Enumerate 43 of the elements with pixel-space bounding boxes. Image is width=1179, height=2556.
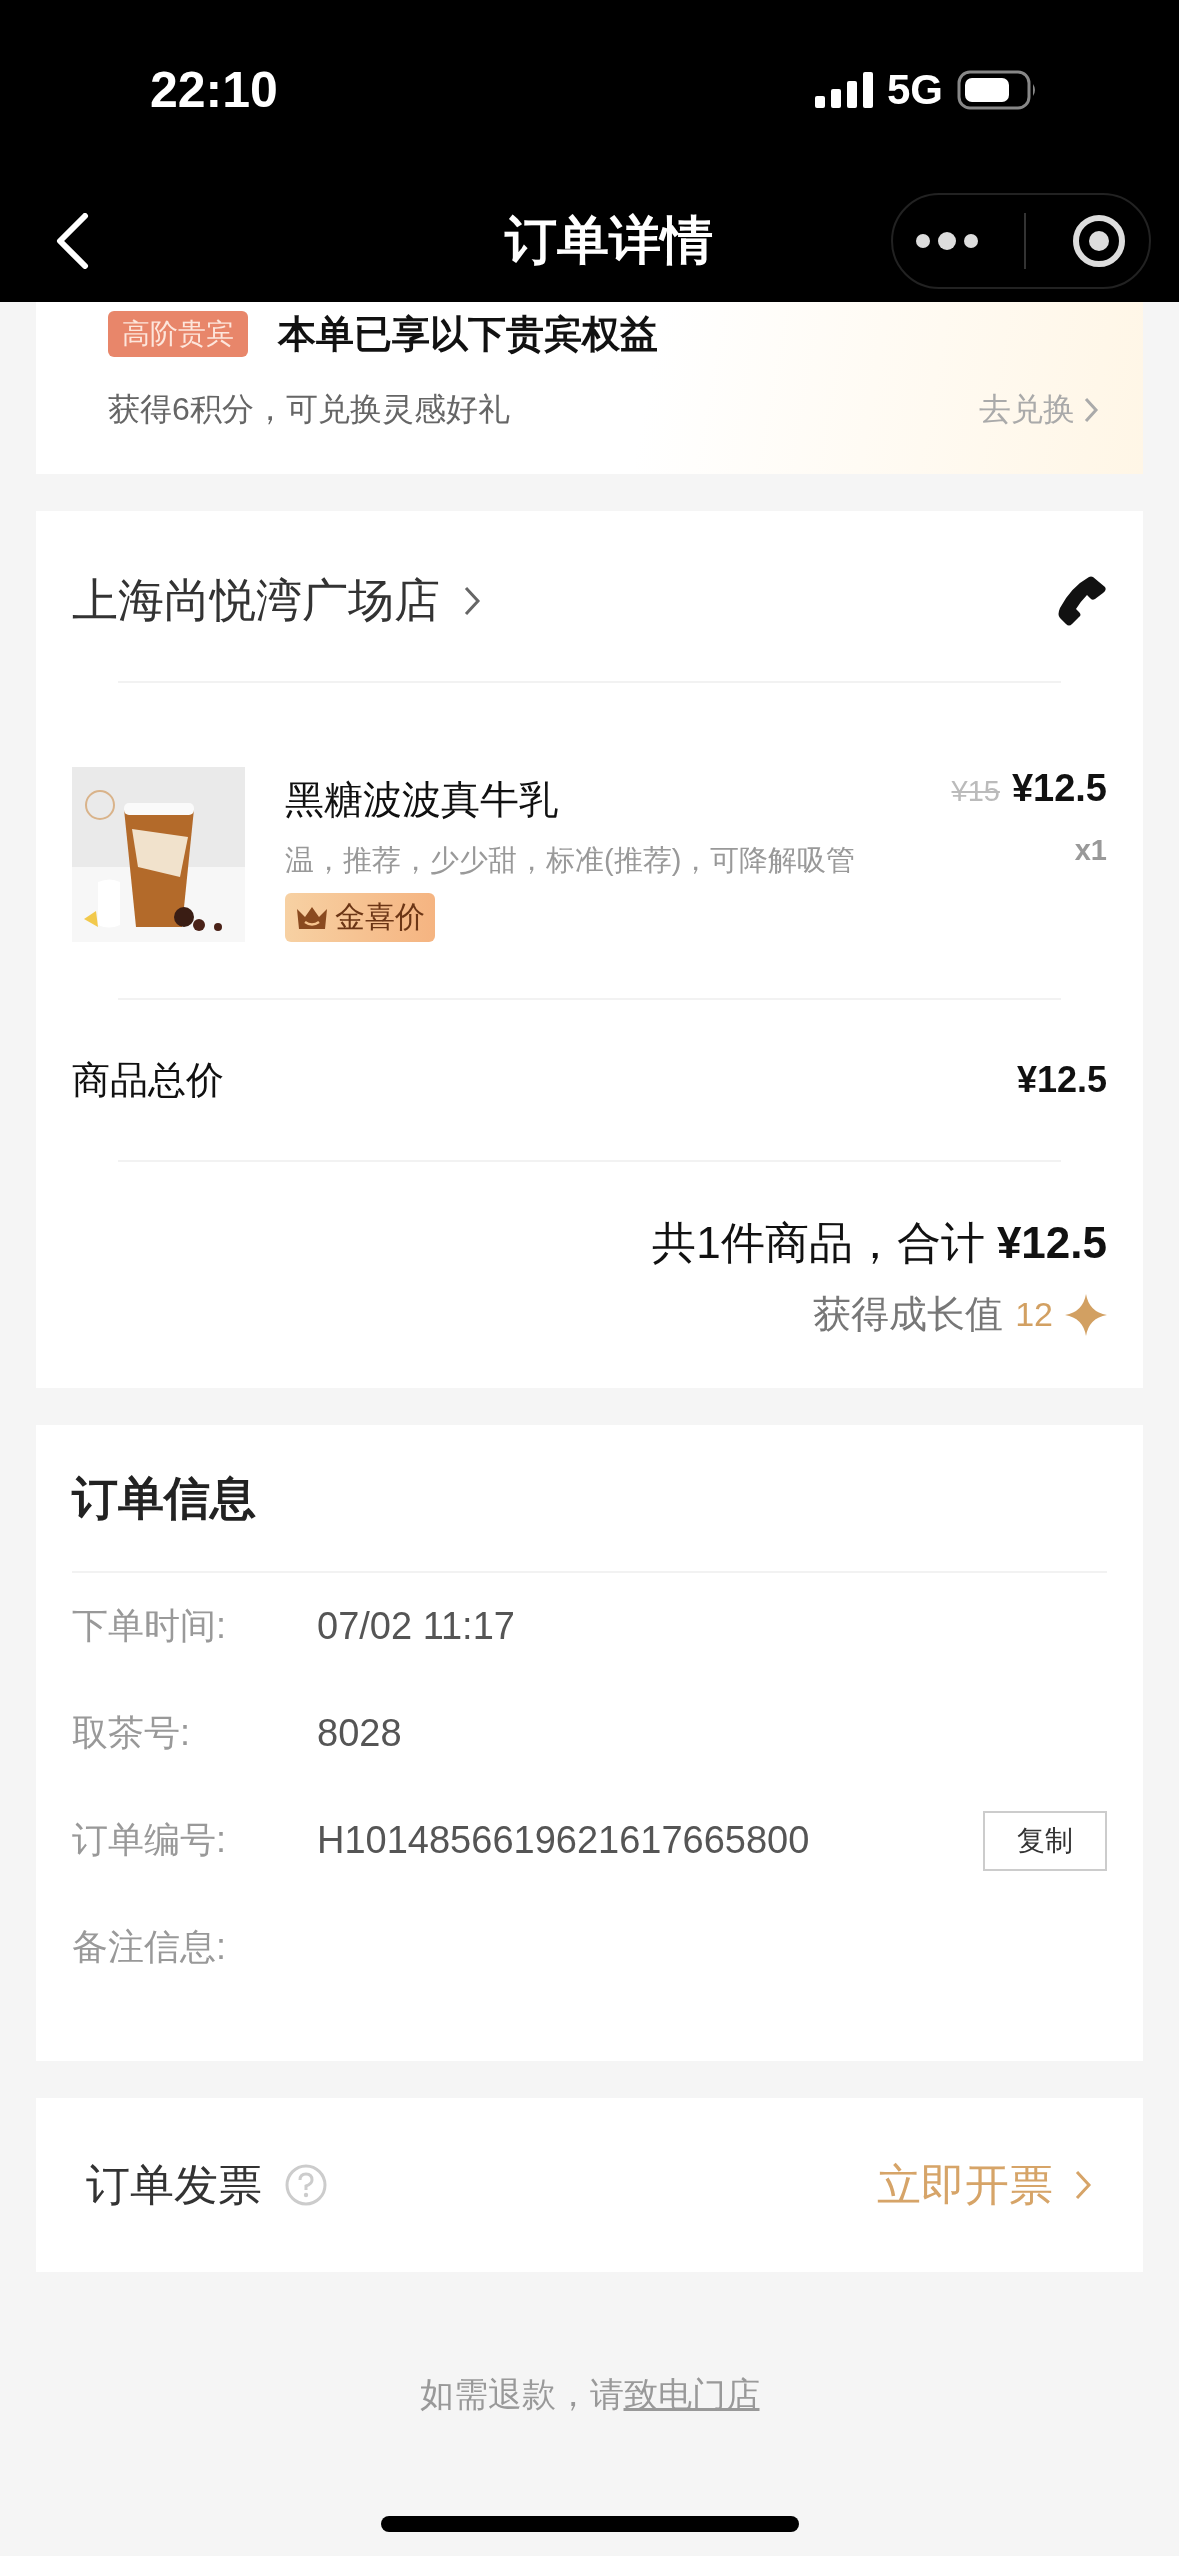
subtotal-label: 商品总价 [72, 1057, 224, 1103]
quantity: x1 [1074, 834, 1107, 867]
info-label: 订单编号: [72, 1818, 227, 1862]
invoice-label: 订单发票 [86, 2158, 262, 2211]
original-price: ¥15 [951, 775, 1000, 808]
invoice-link[interactable]: 立即开票 [877, 2155, 1093, 2215]
more-icon[interactable] [915, 231, 980, 251]
price-tag: 金喜价 [285, 893, 435, 942]
info-value: H1014856619621617665800 [317, 1819, 811, 1862]
growth-value: 12 [1015, 1295, 1053, 1334]
info-value: 07/02 11:17 [317, 1605, 516, 1648]
order-total: 共1件商品，合计 ¥12.5 [652, 1217, 1107, 1269]
chevron-icon [1083, 396, 1099, 424]
phone-icon[interactable] [1057, 575, 1107, 627]
status-time: 22:10 [150, 61, 278, 119]
product-options: 温，推荐，少少甜，标准(推荐)，可降解吸管 [285, 841, 856, 881]
redeem-link[interactable]: 去兑换 [979, 388, 1099, 432]
copy-button[interactable]: 复制 [983, 1810, 1107, 1871]
close-target-icon[interactable] [1070, 213, 1127, 269]
back-icon[interactable] [55, 213, 89, 269]
call-store-link[interactable]: 致电门店 [623, 2375, 760, 2413]
signal-icon [814, 72, 873, 108]
chevron-icon [462, 584, 482, 618]
info-label: 备注信息: [72, 1925, 227, 1969]
battery-icon [957, 70, 1037, 110]
subtotal-value: ¥12.5 [1016, 1059, 1107, 1101]
network-label: 5G [886, 66, 943, 114]
refund-note: 如需退款，请 [419, 2375, 624, 2413]
capsule-menu[interactable] [891, 193, 1151, 289]
sparkle-icon [1065, 1293, 1107, 1336]
store-link[interactable]: 上海尚悦湾广场店 [72, 570, 482, 632]
page-title: 订单详情 [505, 210, 713, 271]
info-label: 取茶号: [72, 1711, 191, 1755]
growth-label: 获得成长值 [813, 1292, 1004, 1337]
points-text: 获得6积分，可兑换灵感好礼 [108, 390, 510, 429]
vip-badge: 高阶贵宾 [108, 311, 248, 357]
info-label: 下单时间: [72, 1604, 227, 1648]
product-name: 黑糖波波真牛乳 [285, 777, 558, 823]
vip-title: 本单已享以下贵宾权益 [278, 311, 658, 357]
chevron-icon [1073, 2168, 1093, 2202]
product-price: ¥12.5 [1011, 767, 1107, 810]
info-value: 8028 [317, 1712, 403, 1755]
section-title: 订单信息 [72, 1471, 257, 1526]
